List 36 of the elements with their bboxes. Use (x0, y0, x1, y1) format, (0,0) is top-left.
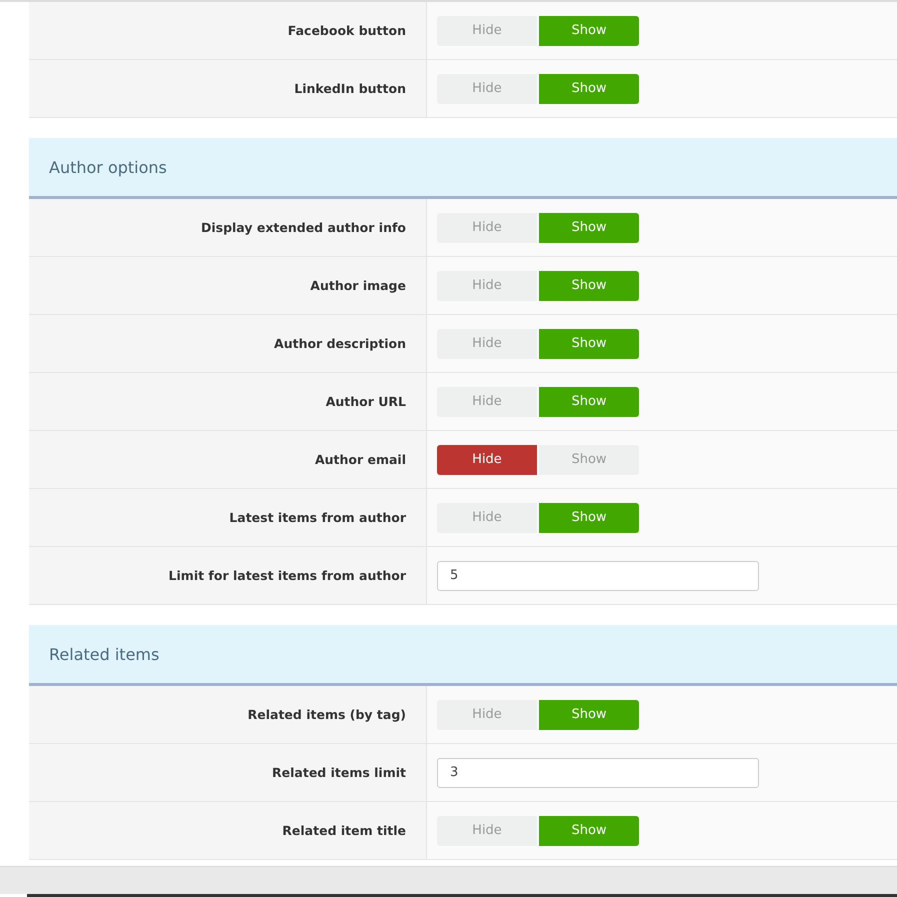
field-label: Related item title (282, 823, 406, 838)
toggle-option[interactable]: Show (539, 16, 639, 46)
field-label: Facebook button (288, 23, 406, 38)
field-label: Related items limit (272, 765, 406, 780)
toggle-option[interactable]: Hide (437, 328, 537, 358)
toggle-option[interactable]: Hide (437, 816, 537, 846)
toggle-option[interactable]: Hide (437, 386, 537, 416)
toggle-option[interactable]: Hide (437, 444, 537, 474)
toggle-option[interactable]: Show (539, 700, 639, 730)
toggle-option[interactable]: Show (539, 328, 639, 358)
section-title: Related items (49, 644, 160, 664)
toggle-option[interactable]: Hide (437, 16, 537, 46)
field-label: Author email (314, 452, 406, 467)
field-label: Latest items from author (229, 510, 406, 525)
field-label: Author description (274, 336, 406, 351)
toggle-option[interactable]: Show (539, 74, 639, 104)
toggle-option[interactable]: Show (539, 816, 639, 846)
input-field[interactable]: 3 (437, 758, 759, 788)
toggle-option[interactable]: Show (539, 386, 639, 416)
toggle-option[interactable]: Hide (437, 502, 537, 532)
field-label: Author image (310, 278, 406, 293)
field-label: Display extended author info (200, 220, 406, 235)
toggle-option[interactable]: Hide (437, 700, 537, 730)
toggle-option[interactable]: Show (539, 270, 639, 300)
toggle-option[interactable]: Hide (437, 212, 537, 242)
toggle-option[interactable]: Hide (437, 74, 537, 104)
toggle-option[interactable]: Show (539, 444, 639, 474)
toggle-option[interactable]: Hide (437, 270, 537, 300)
field-label: Author URL (326, 394, 406, 409)
field-label: Limit for latest items from author (168, 568, 406, 583)
input-field[interactable]: 5 (437, 560, 759, 590)
field-label: Related items (by tag) (248, 707, 406, 722)
section-title: Author options (49, 158, 167, 176)
field-label: LinkedIn button (294, 81, 406, 96)
toggle-option[interactable]: Show (539, 502, 639, 532)
toggle-option[interactable]: Show (539, 212, 639, 242)
